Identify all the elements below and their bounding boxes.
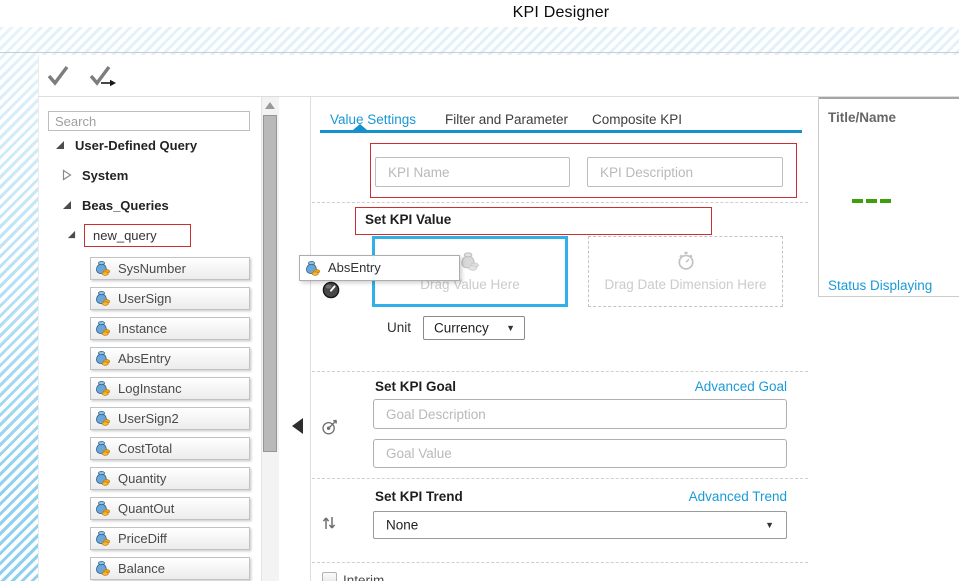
tab-value-settings[interactable]: Value Settings xyxy=(330,112,416,127)
advanced-goal-link[interactable]: Advanced Goal xyxy=(600,379,787,394)
bag-coins-icon xyxy=(95,260,111,276)
scrollbar-thumb[interactable] xyxy=(263,115,277,452)
confirm-icon[interactable] xyxy=(44,61,72,89)
field-item-usersign2[interactable]: UserSign2 xyxy=(90,407,250,430)
active-tab-notch xyxy=(353,124,367,130)
expand-icon[interactable] xyxy=(55,140,65,150)
bag-coins-icon xyxy=(95,530,111,546)
preview-panel-left-border xyxy=(818,97,819,297)
page-title: KPI Designer xyxy=(411,4,711,22)
field-item-loginstanc[interactable]: LogInstanc xyxy=(90,377,250,400)
drag-date-dropzone[interactable]: Drag Date Dimension Here xyxy=(588,236,783,307)
dragged-item-absentry[interactable]: AbsEntry xyxy=(299,255,460,281)
field-item-instance[interactable]: Instance xyxy=(90,317,250,340)
bag-coins-icon xyxy=(95,320,111,336)
bag-coins-icon xyxy=(305,260,321,276)
field-item-absentry[interactable]: AbsEntry xyxy=(90,347,250,370)
dash-icon xyxy=(866,199,877,203)
bag-coins-icon xyxy=(460,251,480,271)
header-divider xyxy=(0,52,959,53)
preview-panel-top-border xyxy=(818,97,959,99)
interim-checkbox[interactable] xyxy=(322,572,337,581)
preview-title: Title/Name xyxy=(828,110,896,125)
field-item-usersign[interactable]: UserSign xyxy=(90,287,250,310)
stopwatch-icon xyxy=(676,251,696,271)
bag-coins-icon xyxy=(95,500,111,516)
expand-icon[interactable] xyxy=(67,230,76,239)
collapsed-icon[interactable] xyxy=(62,169,72,181)
section-separator xyxy=(312,371,808,372)
trend-select[interactable]: None ▼ xyxy=(373,511,787,539)
expand-icon[interactable] xyxy=(62,200,72,210)
field-item-quantout[interactable]: QuantOut xyxy=(90,497,250,520)
trend-arrows-icon xyxy=(321,513,337,533)
unit-label: Unit xyxy=(387,320,411,335)
kpi-name-input[interactable] xyxy=(375,157,570,187)
tree-node-user-defined-query[interactable]: User-Defined Query xyxy=(75,138,197,153)
field-item-balance[interactable]: Balance xyxy=(90,557,250,580)
tree-node-system[interactable]: System xyxy=(82,168,128,183)
goal-value-input[interactable] xyxy=(373,439,787,468)
striped-background-left xyxy=(0,27,38,581)
dash-icon xyxy=(880,199,891,203)
set-kpi-trend-title: Set KPI Trend xyxy=(375,489,463,504)
drag-cursor-clock-icon xyxy=(322,281,340,299)
bag-coins-icon xyxy=(95,470,111,486)
chevron-down-icon: ▼ xyxy=(765,520,774,530)
bag-coins-icon xyxy=(95,410,111,426)
kpi-value-placeholder-dashes xyxy=(852,199,891,203)
preview-panel-bottom-border xyxy=(818,296,959,297)
status-displaying-link[interactable]: Status Displaying xyxy=(828,278,932,293)
tree-node-beas-queries[interactable]: Beas_Queries xyxy=(82,198,169,213)
advanced-trend-link[interactable]: Advanced Trend xyxy=(600,489,787,504)
bag-coins-icon xyxy=(95,350,111,366)
section-separator xyxy=(312,562,808,563)
field-item-quantity[interactable]: Quantity xyxy=(90,467,250,490)
set-kpi-value-title: Set KPI Value xyxy=(365,212,451,227)
bag-coins-icon xyxy=(95,560,111,576)
set-kpi-goal-title: Set KPI Goal xyxy=(375,379,456,394)
bag-coins-icon xyxy=(95,440,111,456)
tab-filter-and-parameter[interactable]: Filter and Parameter xyxy=(445,112,568,127)
tab-underline xyxy=(320,130,802,133)
striped-background-band xyxy=(0,27,959,55)
field-item-costtotal[interactable]: CostTotal xyxy=(90,437,250,460)
bag-coins-icon xyxy=(95,380,111,396)
dash-icon xyxy=(852,199,863,203)
section-separator xyxy=(312,202,808,203)
tree-node-new-query[interactable]: new_query xyxy=(84,224,191,247)
unit-select[interactable]: Currency ▼ xyxy=(423,316,525,340)
search-input[interactable] xyxy=(48,111,250,131)
tab-composite-kpi[interactable]: Composite KPI xyxy=(592,112,682,127)
confirm-and-next-icon[interactable] xyxy=(86,61,120,89)
section-separator xyxy=(312,478,808,479)
kpi-description-input[interactable] xyxy=(587,157,783,187)
scroll-up-icon[interactable] xyxy=(265,102,275,109)
kpi-designer-screen: KPI Designer User-Defined Query System B… xyxy=(0,0,959,581)
interim-label: Interim xyxy=(343,573,384,581)
field-item-pricediff[interactable]: PriceDiff xyxy=(90,527,250,550)
field-item-sysnumber[interactable]: SysNumber xyxy=(90,257,250,280)
content-divider xyxy=(310,97,311,581)
collapse-panel-icon[interactable] xyxy=(292,418,303,434)
target-icon xyxy=(321,416,341,436)
chevron-down-icon: ▼ xyxy=(506,323,515,333)
bag-coins-icon xyxy=(95,290,111,306)
goal-description-input[interactable] xyxy=(373,399,787,429)
